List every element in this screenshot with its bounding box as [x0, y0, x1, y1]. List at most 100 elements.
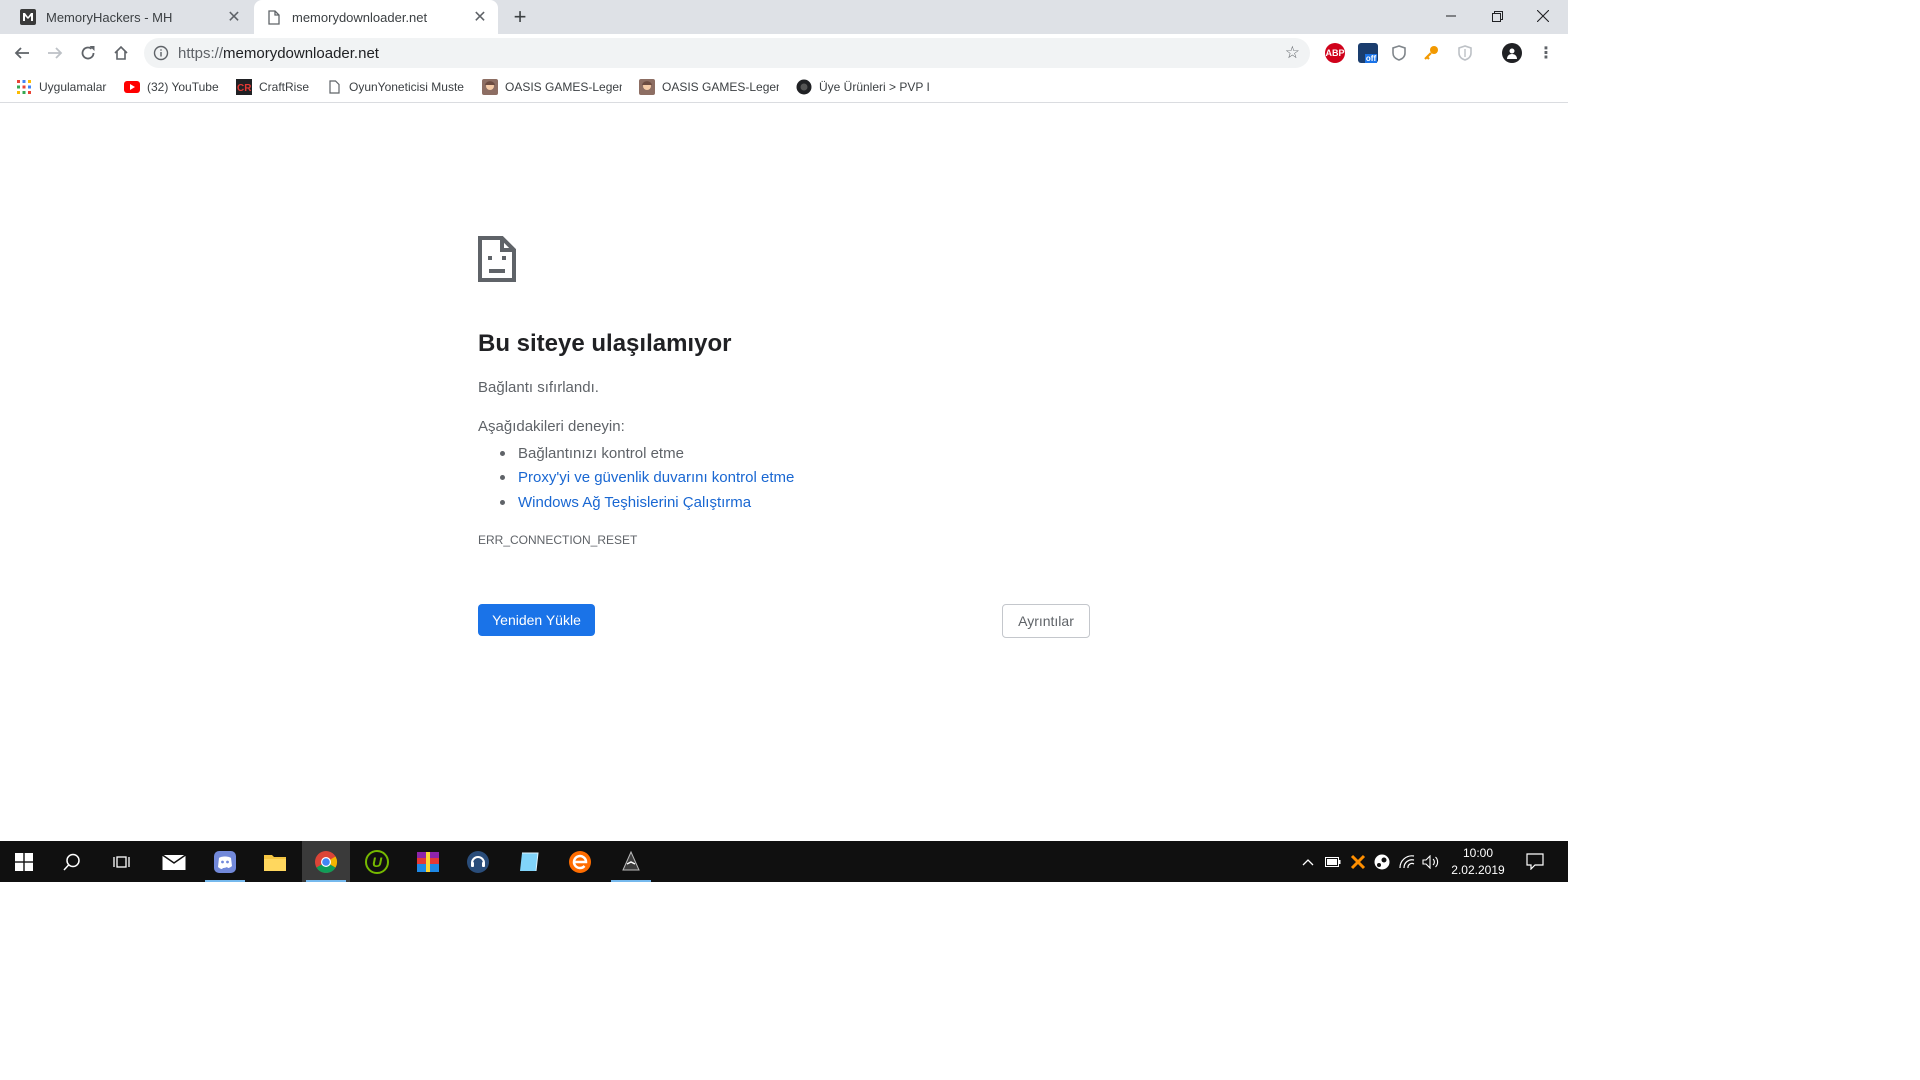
- tab-title: memorydownloader.net: [292, 9, 428, 25]
- bookmark-oasis-games-1[interactable]: OASIS GAMES-Legen: [482, 78, 622, 96]
- adblock-plus-icon[interactable]: ABP: [1325, 43, 1345, 63]
- bookmark-label: OyunYoneticisi Muste: [349, 80, 464, 94]
- sad-page-icon: [478, 236, 516, 287]
- new-tab-button[interactable]: +: [508, 6, 532, 28]
- steam-icon[interactable]: [1373, 853, 1391, 871]
- restore-button[interactable]: [1474, 0, 1520, 32]
- extension-off-icon[interactable]: off: [1358, 43, 1378, 63]
- youtube-icon: [124, 79, 140, 95]
- tab-memoryhackers[interactable]: MemoryHackers - MH ✕: [8, 0, 252, 34]
- browser-toolbar: https://memorydownloader.net ☆ ABP off ⋮: [0, 34, 1568, 72]
- teamspeak-icon[interactable]: [454, 841, 502, 882]
- close-icon[interactable]: ✕: [224, 7, 244, 27]
- discord-icon[interactable]: [201, 841, 249, 882]
- back-button[interactable]: [8, 39, 36, 67]
- error-page: Bu siteye ulaşılamıyor Bağlantı sıfırlan…: [0, 104, 1568, 841]
- browser-e-icon[interactable]: [556, 841, 604, 882]
- home-button[interactable]: [107, 39, 135, 67]
- bookmark-label: Uygulamalar: [39, 80, 107, 94]
- task-view-icon[interactable]: [98, 841, 146, 882]
- bookmark-oasis-games-2[interactable]: OASIS GAMES-Legen: [639, 78, 779, 96]
- oasis-games-icon: [482, 79, 498, 95]
- suggestion-text: Bağlantınızı kontrol etme: [518, 444, 684, 462]
- bullet: [500, 499, 505, 505]
- error-title: Bu siteye ulaşılamıyor: [478, 330, 732, 357]
- menu-kebab-icon[interactable]: ⋮: [1536, 43, 1556, 63]
- volume-icon[interactable]: [1422, 853, 1440, 871]
- system-clock[interactable]: 10:00 2.02.2019: [1448, 845, 1508, 879]
- page-icon: [326, 79, 342, 95]
- error-description: Bağlantı sıfırlandı.: [478, 379, 599, 396]
- restore-icon: [1491, 10, 1503, 22]
- clock-time: 10:00: [1462, 846, 1494, 860]
- bookmark-star-icon[interactable]: ☆: [1285, 43, 1300, 63]
- minimize-icon: [1446, 15, 1456, 17]
- key-extension-icon[interactable]: [1421, 43, 1441, 63]
- utorrent-icon[interactable]: U: [353, 841, 401, 882]
- reload-button[interactable]: [74, 39, 102, 67]
- svg-text:U: U: [372, 854, 383, 870]
- game-icon[interactable]: [607, 841, 655, 882]
- bookmark-label: (32) YouTube: [147, 80, 219, 94]
- craftrise-icon: CR: [236, 79, 252, 95]
- bookmark-craftrise[interactable]: CR CraftRise: [236, 78, 316, 96]
- bookmark-pvp[interactable]: Üye Ürünleri > PVP I: [796, 78, 936, 96]
- windows-taskbar: U 10:00 2.02.2019: [0, 841, 1568, 882]
- close-icon: [1537, 10, 1549, 22]
- svg-text:CR: CR: [237, 83, 252, 94]
- shield-extension-icon[interactable]: [1389, 43, 1409, 63]
- back-arrow-icon: [14, 47, 29, 59]
- search-icon[interactable]: [48, 841, 96, 882]
- file-explorer-icon[interactable]: [251, 841, 299, 882]
- tab-strip: MemoryHackers - MH ✕ memorydownloader.ne…: [0, 0, 1568, 34]
- mail-icon[interactable]: [150, 841, 198, 882]
- profile-avatar[interactable]: [1502, 43, 1522, 63]
- tray-app-icon[interactable]: [1349, 853, 1367, 871]
- shield-outline-extension-icon[interactable]: [1455, 43, 1475, 63]
- bookmark-label: Üye Ürünleri > PVP I: [819, 80, 930, 94]
- bookmark-label: OASIS GAMES-Legen: [505, 80, 622, 94]
- suggestions-list: Bağlantınızı kontrol etme Proxy'yi ve gü…: [500, 441, 794, 515]
- suggestion-text[interactable]: Windows Ağ Teşhislerini Çalıştırma: [518, 494, 751, 511]
- suggestion-network-diagnostics-link[interactable]: Windows Ağ Teşhislerini Çalıştırma: [500, 490, 794, 515]
- window-close-button[interactable]: [1520, 0, 1566, 32]
- clock-date: 2.02.2019: [1451, 863, 1505, 877]
- winrar-icon[interactable]: [404, 841, 452, 882]
- pvp-icon: [796, 79, 812, 95]
- close-icon[interactable]: ✕: [470, 7, 490, 27]
- show-hidden-icons-chevron-icon[interactable]: [1299, 853, 1317, 871]
- tab-memorydownloader[interactable]: memorydownloader.net ✕: [254, 0, 498, 34]
- battery-icon[interactable]: [1324, 853, 1342, 871]
- bookmark-apps[interactable]: Uygulamalar: [16, 78, 116, 96]
- error-code: ERR_CONNECTION_RESET: [478, 533, 638, 547]
- reload-page-button[interactable]: Yeniden Yükle: [478, 604, 595, 636]
- wifi-icon[interactable]: [1398, 853, 1416, 871]
- suggestions-heading: Aşağıdakileri deneyin:: [478, 418, 625, 435]
- bookmark-label: CraftRise: [259, 80, 310, 94]
- bookmarks-bar: Uygulamalar (32) YouTube CR CraftRise Oy…: [0, 72, 1568, 103]
- reload-icon: [81, 46, 95, 60]
- app-icon[interactable]: [505, 841, 553, 882]
- home-icon: [114, 45, 128, 60]
- memoryhackers-m-icon: [20, 9, 36, 25]
- oasis-games-icon: [639, 79, 655, 95]
- details-button[interactable]: Ayrıntılar: [1002, 604, 1090, 638]
- info-icon[interactable]: [153, 45, 169, 66]
- address-bar[interactable]: https://memorydownloader.net ☆: [144, 38, 1310, 68]
- bookmark-youtube[interactable]: (32) YouTube: [124, 78, 224, 96]
- bookmark-label: OASIS GAMES-Legen: [662, 80, 779, 94]
- page-icon: [266, 9, 282, 25]
- chrome-icon[interactable]: [302, 841, 350, 882]
- suggestion-check-connection: Bağlantınızı kontrol etme: [500, 441, 794, 466]
- suggestion-check-proxy-link[interactable]: Proxy'yi ve güvenlik duvarını kontrol et…: [500, 466, 794, 491]
- start-icon[interactable]: [0, 841, 48, 882]
- url-text: https://memorydownloader.net: [178, 45, 379, 62]
- minimize-button[interactable]: [1428, 0, 1474, 32]
- action-center-icon[interactable]: [1526, 852, 1544, 870]
- forward-arrow-icon: [48, 47, 63, 59]
- suggestion-text[interactable]: Proxy'yi ve güvenlik duvarını kontrol et…: [518, 469, 794, 486]
- forward-button[interactable]: [41, 39, 69, 67]
- bookmark-oyunyoneticisi[interactable]: OyunYoneticisi Muste: [326, 78, 464, 96]
- bullet: [500, 450, 505, 456]
- bullet: [500, 475, 505, 481]
